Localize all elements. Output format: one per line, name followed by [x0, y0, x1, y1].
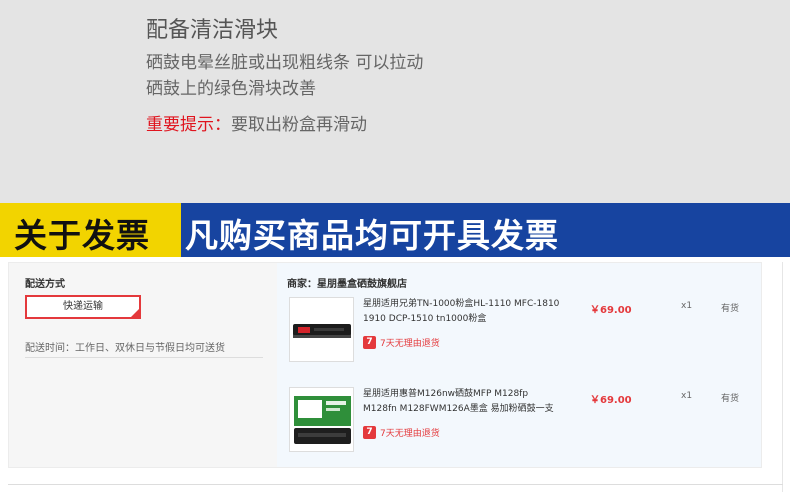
shop-name[interactable]: 商家：星朋墨盒硒鼓旗舰店	[287, 275, 407, 290]
delivery-time: 配送时间：工作日、双休日与节假日均可送货	[25, 343, 225, 354]
divider	[25, 357, 263, 358]
product-thumbnail[interactable]	[289, 297, 354, 362]
list-item: 星朋适用兄弟TN-1000粉盒HL-1110 MFC-1810 1910 DCP…	[289, 297, 759, 377]
promo-description-line-1: 硒鼓电晕丝脏或出现粗线条 可以拉动	[146, 53, 424, 73]
product-quantity: x1	[681, 391, 693, 401]
shipping-section: 配送方式 快递运输 配送时间：工作日、双休日与节假日均可送货	[25, 275, 265, 358]
toner-cartridge-icon	[290, 298, 353, 361]
stock-status: 有货	[721, 394, 740, 404]
tip-label: 重要提示：	[146, 115, 231, 135]
shipping-method-label: 快递运输	[63, 301, 103, 312]
product-thumbnail[interactable]	[289, 387, 354, 452]
toner-box-icon	[290, 388, 353, 451]
divider	[8, 484, 783, 485]
promo-title: 配备清洁滑块	[146, 18, 279, 43]
return-policy: 7 7天无理由退货	[363, 335, 440, 349]
goods-section: 商家：星朋墨盒硒鼓旗舰店 星朋适用兄弟TN-1000粉盒HL-1110 MFC-…	[277, 263, 761, 467]
promo-tip: 重要提示：要取出粉盒再滑动	[146, 110, 367, 135]
product-price: ￥69.00	[590, 395, 632, 406]
product-price: ￥69.00	[590, 305, 632, 316]
invoice-banner: 关于发票 凡购买商品均可开具发票	[0, 203, 790, 257]
product-name[interactable]: 星朋适用兄弟TN-1000粉盒HL-1110 MFC-1810 1910 DCP…	[363, 297, 563, 327]
divider	[782, 262, 783, 492]
return-badge-icon: 7	[363, 425, 376, 439]
stock-status: 有货	[721, 304, 740, 314]
return-badge-icon: 7	[363, 335, 376, 349]
list-item: 星朋适用惠普M126nw硒鼓MFP M128fp M128fn M128FWM1…	[289, 387, 759, 467]
invoice-banner-slogan: 凡购买商品均可开具发票	[185, 216, 559, 255]
product-quantity: x1	[681, 301, 693, 311]
invoice-banner-right: 凡购买商品均可开具发票	[181, 203, 790, 257]
invoice-banner-left: 关于发票	[0, 203, 181, 257]
product-name[interactable]: 星朋适用惠普M126nw硒鼓MFP M128fp M128fn M128FWM1…	[363, 387, 563, 417]
promo-description-line-2: 硒鼓上的绿色滑块改善	[146, 79, 316, 99]
express-shipping-button[interactable]: 快递运输	[25, 295, 141, 319]
tip-text: 要取出粉盒再滑动	[231, 115, 367, 135]
return-policy-text: 7天无理由退货	[380, 338, 440, 349]
selected-corner-icon	[131, 309, 139, 317]
promo-section: 配备清洁滑块 硒鼓电晕丝脏或出现粗线条 可以拉动 硒鼓上的绿色滑块改善 重要提示…	[0, 0, 790, 203]
invoice-banner-title: 关于发票	[14, 216, 150, 255]
return-policy: 7 7天无理由退货	[363, 425, 440, 439]
return-policy-text: 7天无理由退货	[380, 428, 440, 439]
order-panel: 配送方式 快递运输 配送时间：工作日、双休日与节假日均可送货 商家：星朋墨盒硒鼓…	[8, 262, 762, 468]
shipping-label: 配送方式	[25, 279, 65, 290]
